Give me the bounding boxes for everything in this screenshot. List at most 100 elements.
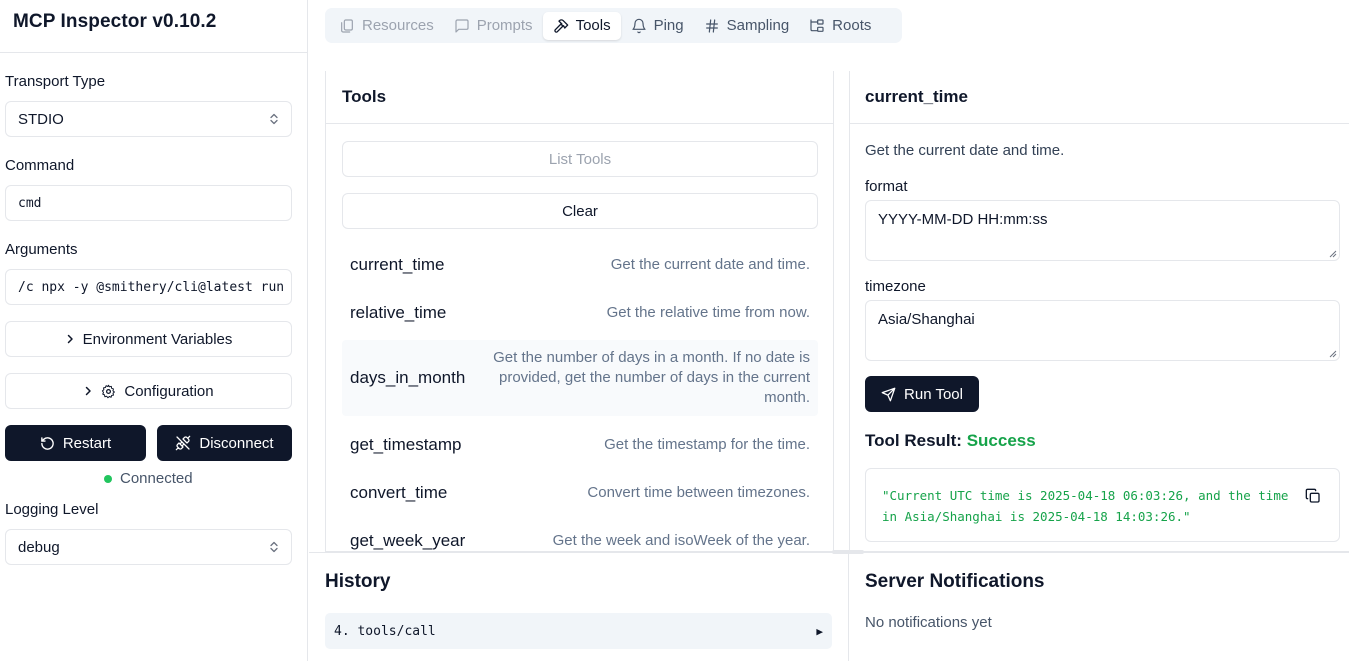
unplug-icon [176,435,191,451]
connection-status: Connected [104,470,193,487]
format-input[interactable]: YYYY-MM-DD HH:mm:ss [865,200,1340,261]
clear-button[interactable]: Clear [342,193,818,229]
tab-label: Roots [832,17,872,34]
format-label: format [865,178,908,195]
chevron-up-down-icon [270,541,278,553]
files-icon [341,18,353,33]
tab-label: Ping [653,17,684,34]
configuration-label: Configuration [124,382,214,400]
tool-result-heading: Tool Result: Success [865,431,1036,451]
run-tool-button[interactable]: Run Tool [865,376,979,412]
tool-description: Get the relative time from now. [606,304,810,321]
list-tools-button[interactable]: List Tools [342,141,818,177]
hash-icon [705,18,718,33]
hammer-icon [553,18,568,33]
tool-name: days_in_month [350,368,466,387]
divider [309,552,1349,553]
tool-name: get_week_year [350,531,466,550]
restart-label: Restart [62,434,112,452]
tool-name: relative_time [350,303,447,322]
chevron-up-down-icon [270,113,278,125]
tool-result-label: Tool Result: [865,431,967,450]
tab-resources[interactable]: Resources [329,12,444,40]
tab-sampling[interactable]: Sampling [694,12,800,40]
tab-label: Sampling [726,17,790,34]
chevron-right-icon [86,386,92,396]
tab-label: Prompts [476,17,533,34]
status-dot-icon [104,474,112,483]
history-item-label: 4. tools/call [334,623,436,639]
status-text: Connected [120,470,193,487]
tool-item-relative-time[interactable]: relative_time Get the relative time from… [342,289,818,337]
tab-prompts[interactable]: Prompts [444,12,543,40]
tab-label: Resources [362,17,434,34]
resize-grip-icon [1329,350,1337,358]
run-tool-label: Run Tool [904,385,963,403]
transport-type-label: Transport Type [5,73,106,90]
tab-ping[interactable]: Ping [621,12,694,40]
tab-bar: Resources Prompts Tools Ping Sampling Ro… [325,8,902,43]
tools-panel-title: Tools [326,71,833,124]
tab-roots[interactable]: Roots [799,12,881,40]
transport-type-select[interactable]: STDIO [5,101,292,137]
arguments-label: Arguments [5,241,78,258]
folder-tree-icon [810,18,824,32]
command-input[interactable]: cmd [5,185,292,221]
tool-name: current_time [350,255,445,274]
tool-detail-description: Get the current date and time. [865,142,1065,159]
chevron-right-icon [67,334,73,344]
bell-icon [631,18,646,33]
logging-level-select[interactable]: debug [5,529,292,565]
tool-description: Get the number of days in a month. If no… [493,349,810,406]
expand-arrow-icon: ▶ [816,624,823,638]
transport-type-value: STDIO [18,110,64,128]
resize-grip-icon [1329,250,1337,258]
history-item[interactable]: 4. tools/call ▶ [325,613,832,649]
gear-icon [102,384,116,398]
command-label: Command [5,157,75,174]
command-value: cmd [18,195,42,211]
notifications-empty-text: No notifications yet [865,614,992,631]
tool-description: Get the current date and time. [610,256,810,273]
configuration-button[interactable]: Configuration [5,373,292,409]
tab-label: Tools [575,17,611,34]
divider [848,553,849,661]
disconnect-button[interactable]: Disconnect [157,425,292,461]
server-notifications-title: Server Notifications [865,571,1045,592]
tool-item-days-in-month[interactable]: days_in_month Get the number of days in … [342,340,818,416]
tools-panel: Tools List Tools Clear current_time Get … [325,71,834,552]
format-value: YYYY-MM-DD HH:mm:ss [878,211,1048,228]
tool-result-output: "Current UTC time is 2025-04-18 06:03:26… [865,468,1340,542]
tool-item-current-time[interactable]: current_time Get the current date and ti… [342,241,818,289]
tool-description: Convert time between timezones. [587,484,810,501]
tool-description: Get the timestamp for the time. [604,436,810,453]
tool-name: convert_time [350,483,448,502]
arguments-value: /c npx -y @smithery/cli@latest run [18,279,285,295]
tool-item-convert-time[interactable]: convert_time Convert time between timezo… [342,469,818,517]
history-title: History [325,571,391,592]
tool-item-get-timestamp[interactable]: get_timestamp Get the timestamp for the … [342,421,818,469]
message-square-icon [455,18,469,33]
tool-result-text: "Current UTC time is 2025-04-18 06:03:26… [882,488,1289,524]
copy-icon[interactable] [1305,488,1321,504]
app-title: MCP Inspector v0.10.2 [13,11,217,32]
rotate-ccw-icon [41,436,54,450]
tool-name: get_timestamp [350,435,462,454]
tool-description: Get the week and isoWeek of the year. [552,532,810,549]
restart-button[interactable]: Restart [5,425,146,461]
send-icon [881,387,896,401]
tool-result-status: Success [966,431,1036,450]
timezone-value: Asia/Shanghai [878,311,975,328]
timezone-input[interactable]: Asia/Shanghai [865,300,1340,361]
logging-level-value: debug [18,538,60,556]
environment-variables-button[interactable]: Environment Variables [5,321,292,357]
tool-detail-title: current_time [850,71,1349,124]
tab-tools[interactable]: Tools [542,11,621,40]
tool-detail-panel: current_time Get the current date and ti… [849,71,1349,552]
environment-variables-label: Environment Variables [82,330,233,348]
arguments-input[interactable]: /c npx -y @smithery/cli@latest run [5,269,292,305]
disconnect-label: Disconnect [199,434,274,452]
sidebar: MCP Inspector v0.10.2 Transport Type STD… [0,0,308,661]
divider [0,52,308,53]
tool-item-get-week-year[interactable]: get_week_year Get the week and isoWeek o… [342,517,818,551]
